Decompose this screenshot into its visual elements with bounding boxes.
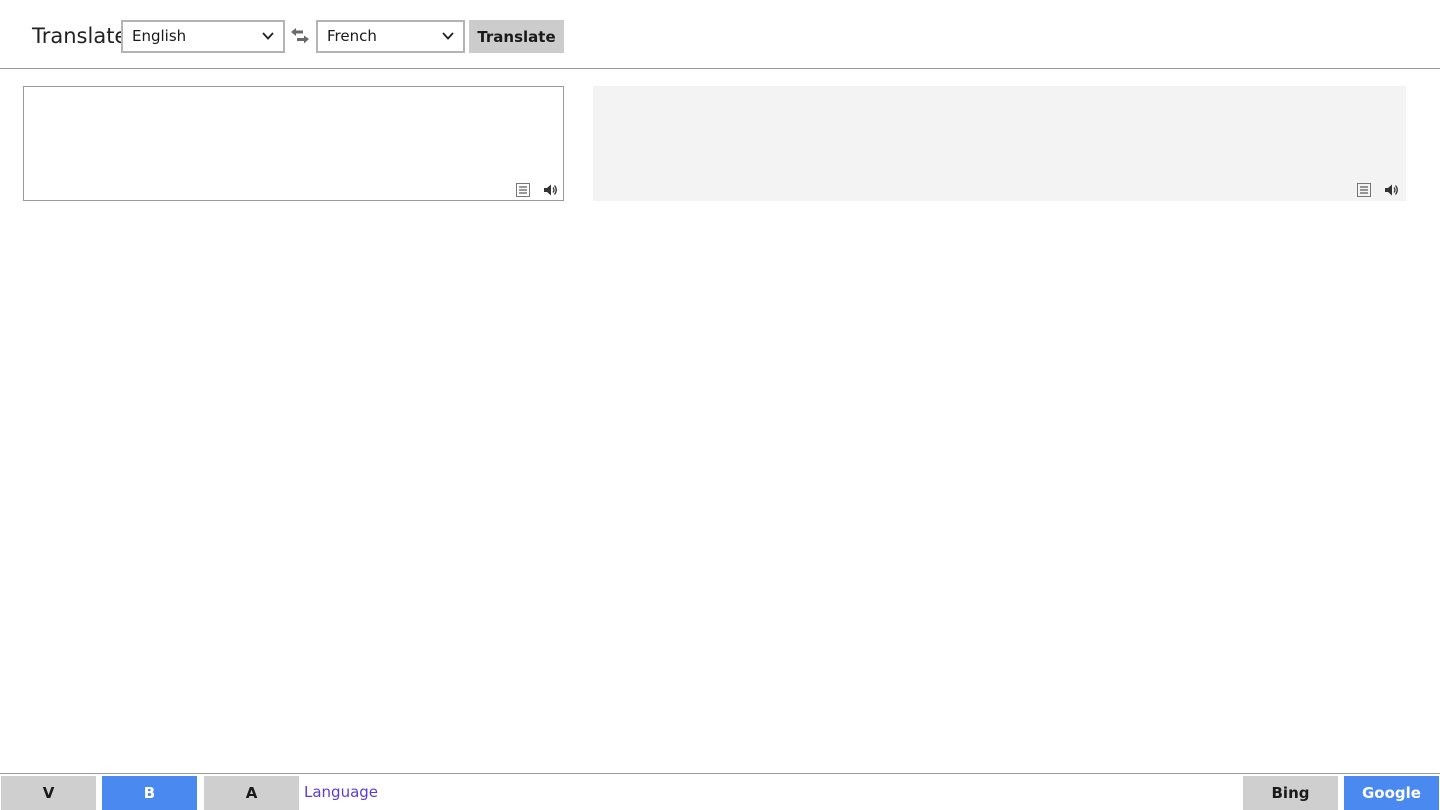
chevron-down-icon — [262, 32, 274, 40]
engine-button-bing[interactable]: Bing — [1243, 776, 1338, 810]
mode-button-v[interactable]: V — [1, 776, 96, 810]
chevron-down-icon — [442, 32, 454, 40]
footer-bar: V B A Language Bing Google — [0, 773, 1440, 810]
mode-button-a[interactable]: A — [204, 776, 299, 810]
engine-button-google[interactable]: Google — [1344, 776, 1439, 810]
source-text-pane — [23, 86, 564, 201]
speaker-icon[interactable] — [542, 182, 558, 198]
swap-languages-icon[interactable] — [289, 26, 311, 46]
list-icon[interactable] — [1356, 182, 1372, 198]
speaker-icon[interactable] — [1383, 182, 1399, 198]
target-language-select[interactable]: French — [316, 20, 465, 53]
page-title: Translate — [32, 24, 128, 48]
mode-button-b[interactable]: B — [102, 776, 197, 810]
translation-output-pane — [593, 86, 1406, 201]
translator-app: Translate English French Translate V B A… — [0, 0, 1440, 810]
source-text-input[interactable] — [24, 87, 563, 200]
list-icon[interactable] — [515, 182, 531, 198]
translate-button[interactable]: Translate — [469, 20, 564, 53]
target-language-value: French — [327, 27, 377, 45]
source-language-value: English — [132, 27, 187, 45]
source-language-select[interactable]: English — [121, 20, 285, 53]
language-link[interactable]: Language — [304, 782, 378, 802]
header-bar: Translate English French Translate — [0, 0, 1440, 69]
